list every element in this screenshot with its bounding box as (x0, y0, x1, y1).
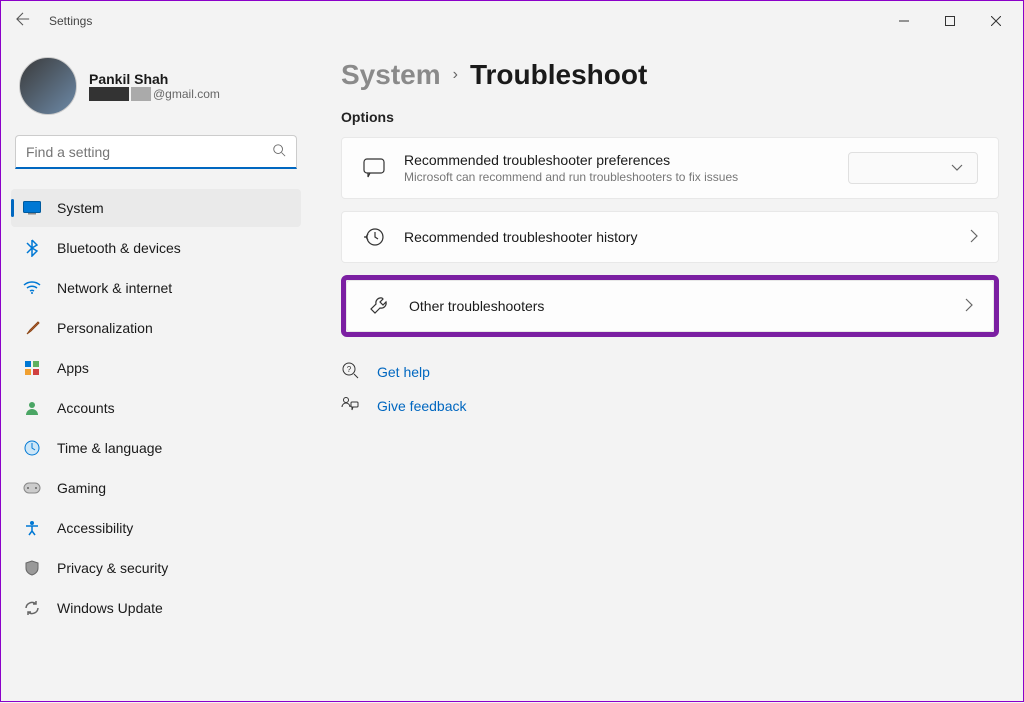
card-title: Recommended troubleshooter preferences (404, 152, 836, 168)
apps-icon (23, 359, 41, 377)
update-icon (23, 599, 41, 617)
search-box[interactable] (15, 135, 297, 169)
highlight-other-troubleshooters: Other troubleshooters (341, 275, 999, 337)
sidebar-item-label: Time & language (57, 440, 162, 456)
search-icon (272, 143, 286, 160)
sidebar-item-personalization[interactable]: Personalization (11, 309, 301, 347)
sidebar-item-bluetooth[interactable]: Bluetooth & devices (11, 229, 301, 267)
card-title: Other troubleshooters (409, 298, 949, 314)
close-button[interactable] (973, 5, 1019, 37)
profile-name: Pankil Shah (89, 71, 220, 87)
clock-globe-icon (23, 439, 41, 457)
feedback-icon (341, 396, 361, 415)
sidebar-item-label: Apps (57, 360, 89, 376)
sidebar-item-accessibility[interactable]: Accessibility (11, 509, 301, 547)
card-troubleshooter-prefs[interactable]: Recommended troubleshooter preferences M… (341, 137, 999, 199)
titlebar: Settings (1, 1, 1023, 41)
bluetooth-icon (23, 239, 41, 257)
chevron-right-icon (970, 229, 978, 246)
chevron-down-icon (951, 164, 963, 172)
main-content: System › Troubleshoot Options Recommende… (311, 41, 1023, 703)
sidebar-item-label: System (57, 200, 104, 216)
redacted-block (89, 87, 129, 101)
person-icon (23, 399, 41, 417)
redacted-block (131, 87, 151, 101)
card-troubleshooter-history[interactable]: Recommended troubleshooter history (341, 211, 999, 263)
profile-email: @gmail.com (89, 87, 220, 101)
chevron-right-icon (965, 298, 973, 315)
svg-text:?: ? (347, 365, 352, 374)
wifi-icon (23, 279, 41, 297)
sidebar-item-update[interactable]: Windows Update (11, 589, 301, 627)
profile-block[interactable]: Pankil Shah @gmail.com (11, 51, 301, 135)
give-feedback-link[interactable]: Give feedback (341, 396, 999, 415)
minimize-icon (899, 16, 909, 26)
sidebar-item-label: Windows Update (57, 600, 163, 616)
sidebar-item-system[interactable]: System (11, 189, 301, 227)
minimize-button[interactable] (881, 5, 927, 37)
avatar (19, 57, 77, 115)
search-input[interactable] (26, 144, 272, 160)
message-icon (362, 158, 386, 178)
shield-icon (23, 559, 41, 577)
card-other-troubleshooters[interactable]: Other troubleshooters (346, 280, 994, 332)
section-heading: Options (341, 109, 999, 125)
brush-icon (23, 319, 41, 337)
sidebar-item-label: Personalization (57, 320, 153, 336)
wrench-icon (367, 295, 391, 317)
sidebar-item-label: Privacy & security (57, 560, 168, 576)
sidebar-item-gaming[interactable]: Gaming (11, 469, 301, 507)
arrow-left-icon (16, 12, 30, 26)
accessibility-icon (23, 519, 41, 537)
chevron-right-icon: › (453, 66, 458, 84)
sidebar-item-accounts[interactable]: Accounts (11, 389, 301, 427)
maximize-button[interactable] (927, 5, 973, 37)
sidebar-item-label: Gaming (57, 480, 106, 496)
help-icon: ? (341, 361, 361, 382)
close-icon (991, 16, 1001, 26)
history-icon (362, 226, 386, 248)
sidebar-item-label: Bluetooth & devices (57, 240, 181, 256)
system-icon (23, 199, 41, 217)
help-links: ? Get help Give feedback (341, 361, 999, 415)
card-subtitle: Microsoft can recommend and run troubles… (404, 170, 836, 184)
window-title: Settings (49, 14, 92, 28)
get-help-link[interactable]: ? Get help (341, 361, 999, 382)
breadcrumb: System › Troubleshoot (341, 59, 999, 91)
gamepad-icon (23, 479, 41, 497)
link-label: Get help (377, 364, 430, 380)
sidebar-item-time[interactable]: Time & language (11, 429, 301, 467)
maximize-icon (945, 16, 955, 26)
breadcrumb-current: Troubleshoot (470, 59, 647, 91)
card-title: Recommended troubleshooter history (404, 229, 954, 245)
prefs-dropdown[interactable] (848, 152, 978, 184)
nav: System Bluetooth & devices Network & int… (11, 189, 301, 627)
link-label: Give feedback (377, 398, 467, 414)
sidebar-item-apps[interactable]: Apps (11, 349, 301, 387)
sidebar: Pankil Shah @gmail.com System (1, 41, 311, 703)
sidebar-item-network[interactable]: Network & internet (11, 269, 301, 307)
sidebar-item-label: Accessibility (57, 520, 133, 536)
back-button[interactable] (5, 12, 41, 30)
sidebar-item-privacy[interactable]: Privacy & security (11, 549, 301, 587)
breadcrumb-parent[interactable]: System (341, 59, 441, 91)
sidebar-item-label: Network & internet (57, 280, 172, 296)
sidebar-item-label: Accounts (57, 400, 115, 416)
